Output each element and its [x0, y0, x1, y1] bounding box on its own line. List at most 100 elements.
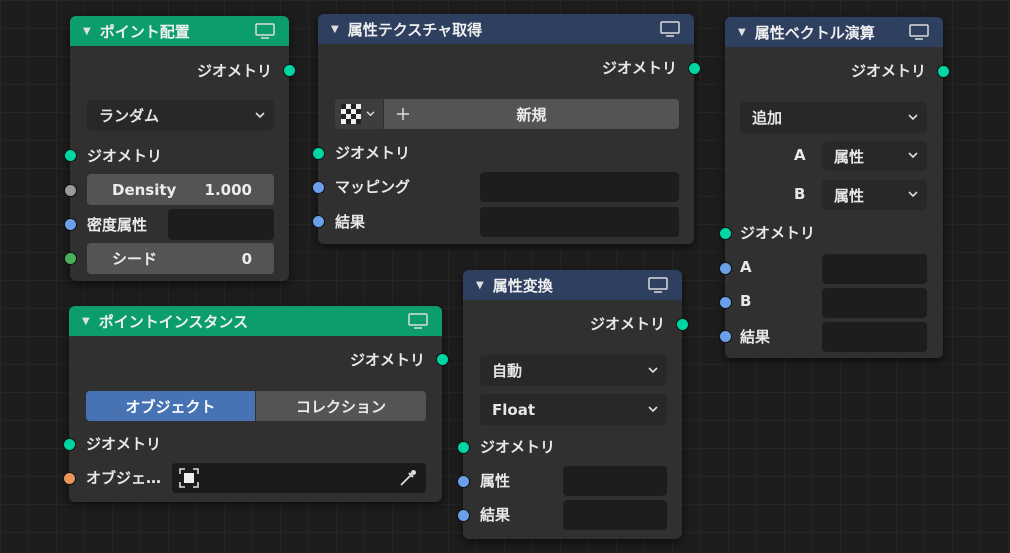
input-geometry-socket[interactable]: [312, 147, 325, 160]
chevron-down-icon: [908, 152, 918, 159]
input-geometry-socket[interactable]: [719, 227, 732, 240]
a-input-socket[interactable]: [719, 262, 732, 275]
texture-browse-button[interactable]: [335, 99, 383, 129]
density-attribute-socket[interactable]: [64, 218, 77, 231]
input-geometry-socket[interactable]: [63, 438, 76, 451]
node-title: 属性ベクトル演算: [754, 23, 875, 42]
density-attribute-field[interactable]: [168, 209, 274, 240]
result-field[interactable]: [480, 207, 679, 237]
preview-monitor-icon[interactable]: [255, 23, 275, 39]
node-point-distribute[interactable]: ▼ ポイント配置 ジオメトリ ランダム ジオメトリ Density 1.000 …: [64, 16, 296, 281]
node-attribute-vector-math[interactable]: ▼ 属性ベクトル演算 ジオメトリ 追加 A 属性 B 属性 ジオメトリ A B …: [719, 17, 950, 358]
tab-collection-label: コレクション: [295, 397, 386, 416]
b-input-field[interactable]: [822, 288, 927, 318]
a-type-dropdown[interactable]: 属性: [822, 141, 927, 171]
output-geometry-label: ジオメトリ: [601, 59, 677, 77]
dropdown-value: Float: [492, 400, 535, 419]
b-type-label: B: [794, 185, 806, 203]
eyedropper-icon[interactable]: [398, 468, 418, 488]
output-geometry-label: ジオメトリ: [349, 351, 425, 369]
plus-icon: [397, 108, 409, 120]
node-header[interactable]: ▼ 属性テクスチャ取得: [318, 14, 694, 44]
operation-dropdown[interactable]: 追加: [740, 102, 927, 133]
object-socket[interactable]: [63, 472, 76, 485]
dropdown-value: 追加: [752, 109, 783, 127]
mapping-socket[interactable]: [312, 181, 325, 194]
node-title: 属性変換: [492, 276, 553, 295]
result-socket[interactable]: [719, 330, 732, 343]
collapse-arrow-icon[interactable]: ▼: [476, 280, 484, 291]
checker-texture-icon: [341, 104, 361, 124]
node-attribute-sample-texture[interactable]: ▼ 属性テクスチャ取得 ジオメトリ 新規 ジオメトリ マッピング 結果: [312, 14, 701, 244]
node-header[interactable]: ▼ 属性変換: [463, 270, 682, 300]
seed-label: シード: [112, 250, 158, 268]
dropdown-value: ランダム: [99, 107, 160, 125]
dropdown-value: 属性: [834, 186, 865, 205]
data-type-dropdown[interactable]: Float: [480, 394, 667, 425]
preview-monitor-icon[interactable]: [909, 24, 929, 40]
output-geometry-label: ジオメトリ: [850, 62, 926, 80]
result-socket[interactable]: [457, 509, 470, 522]
node-header[interactable]: ▼ ポイントインスタンス: [69, 306, 442, 336]
density-field[interactable]: Density 1.000: [87, 174, 274, 205]
tab-collection[interactable]: コレクション: [256, 391, 426, 421]
density-value: 1.000: [204, 180, 252, 199]
collapse-arrow-icon[interactable]: ▼: [331, 24, 339, 35]
input-geometry-label: ジオメトリ: [740, 224, 816, 242]
input-geometry-label: ジオメトリ: [335, 144, 411, 162]
input-geometry-socket[interactable]: [64, 149, 77, 162]
node-header[interactable]: ▼ ポイント配置: [70, 16, 289, 46]
output-geometry-socket[interactable]: [688, 62, 701, 75]
result-label: 結果: [740, 328, 771, 346]
node-title: 属性テクスチャ取得: [347, 20, 483, 39]
result-socket[interactable]: [312, 215, 325, 228]
preview-monitor-icon[interactable]: [408, 313, 428, 329]
tab-object-label: オブジェクト: [125, 397, 216, 416]
texture-selector[interactable]: 新規: [335, 99, 679, 129]
preview-monitor-icon[interactable]: [660, 21, 680, 37]
b-input-socket[interactable]: [719, 296, 732, 309]
object-target-icon: [179, 468, 199, 488]
distribute-mode-dropdown[interactable]: ランダム: [87, 100, 274, 131]
seed-socket[interactable]: [64, 252, 77, 265]
result-field[interactable]: [563, 500, 667, 530]
mapping-label: マッピング: [335, 178, 411, 196]
density-socket[interactable]: [64, 184, 77, 197]
preview-monitor-icon[interactable]: [648, 277, 668, 293]
chevron-down-icon: [908, 191, 918, 198]
input-geometry-socket[interactable]: [457, 441, 470, 454]
attribute-socket[interactable]: [457, 475, 470, 488]
b-type-dropdown[interactable]: 属性: [822, 180, 927, 210]
chevron-down-icon: [255, 111, 265, 118]
a-input-label: A: [740, 258, 752, 276]
collapse-arrow-icon[interactable]: ▼: [82, 316, 90, 327]
seed-field[interactable]: シード 0: [87, 243, 274, 274]
chevron-down-icon: [908, 113, 918, 120]
b-input-label: B: [740, 292, 752, 310]
attribute-field[interactable]: [563, 466, 667, 496]
mapping-field[interactable]: [480, 172, 679, 202]
result-field[interactable]: [822, 322, 927, 352]
tab-object[interactable]: オブジェクト: [86, 391, 255, 421]
chevron-down-icon: [366, 111, 375, 117]
object-field[interactable]: [172, 463, 426, 493]
new-texture-button[interactable]: 新規: [384, 99, 679, 129]
chevron-down-icon: [648, 405, 658, 412]
output-geometry-socket[interactable]: [283, 64, 296, 77]
output-geometry-socket[interactable]: [676, 318, 689, 331]
result-label: 結果: [335, 213, 366, 231]
density-attribute-label: 密度属性: [87, 216, 148, 234]
collapse-arrow-icon[interactable]: ▼: [738, 27, 746, 38]
collapse-arrow-icon[interactable]: ▼: [83, 26, 91, 37]
dropdown-value: 自動: [492, 362, 523, 380]
output-geometry-label: ジオメトリ: [196, 62, 272, 80]
output-geometry-socket[interactable]: [436, 353, 449, 366]
instance-type-tabs[interactable]: オブジェクト コレクション: [86, 391, 426, 421]
domain-dropdown[interactable]: 自動: [480, 355, 667, 386]
node-header[interactable]: ▼ 属性ベクトル演算: [725, 17, 943, 47]
node-attribute-convert[interactable]: ▼ 属性変換 ジオメトリ 自動 Float ジオメトリ 属性 結果: [457, 270, 689, 539]
a-type-label: A: [794, 146, 806, 164]
a-input-field[interactable]: [822, 254, 927, 284]
node-point-instance[interactable]: ▼ ポイントインスタンス ジオメトリ オブジェクト コレクション ジオメトリ オ…: [63, 306, 449, 502]
output-geometry-socket[interactable]: [937, 65, 950, 78]
